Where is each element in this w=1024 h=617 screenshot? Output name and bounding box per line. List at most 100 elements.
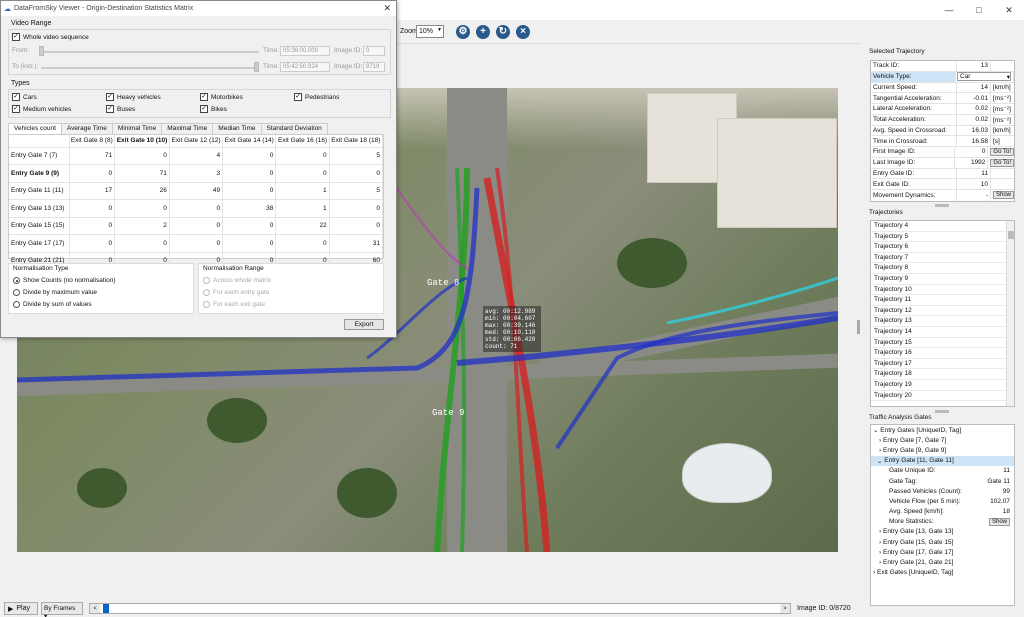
tree-node-gate[interactable]: › Entry Gate [7, Gate 7] xyxy=(871,435,1014,445)
tab-maximal-time[interactable]: Maximal Time xyxy=(161,123,214,134)
row-header[interactable]: Entry Gate 13 (13) xyxy=(9,199,70,218)
matrix-cell[interactable]: 31 xyxy=(329,234,384,253)
row-header[interactable]: Entry Gate 11 (11) xyxy=(9,182,70,200)
gates-tree[interactable]: ⌄ Entry Gates [UniqueID, Tag] › Entry Ga… xyxy=(870,424,1015,606)
row-header[interactable]: Entry Gate 17 (17) xyxy=(9,234,70,253)
tab-median-time[interactable]: Median Time xyxy=(212,123,262,134)
tree-node-gate[interactable]: › Entry Gate [13, Gate 13] xyxy=(871,527,1014,537)
goto-first-button[interactable]: Go To! xyxy=(990,147,1014,156)
radio-each-exit[interactable]: For each exit gate xyxy=(203,301,265,308)
to-slider-thumb[interactable] xyxy=(254,62,259,72)
column-header[interactable]: Exit Gate 8 (8) xyxy=(69,135,116,148)
matrix-cell[interactable]: 0 xyxy=(169,217,224,235)
row-header[interactable]: Entry Gate 7 (7) xyxy=(9,147,70,165)
from-slider-thumb[interactable] xyxy=(39,46,44,56)
list-item[interactable]: Trajectory 15 xyxy=(871,338,1007,349)
radio-divide-max[interactable]: Divide by maximum value xyxy=(13,289,97,296)
list-item[interactable]: Trajectory 16 xyxy=(871,348,1007,359)
row-header[interactable]: Entry Gate 9 (9) xyxy=(9,164,70,183)
column-header[interactable]: Exit Gate 10 (10) xyxy=(114,135,170,148)
close-video-icon[interactable]: × xyxy=(516,25,530,39)
list-item[interactable]: Trajectory 14 xyxy=(871,327,1007,338)
matrix-cell[interactable]: 26 xyxy=(114,182,170,200)
vehicle-type-select[interactable]: Car ▾ xyxy=(957,72,1011,82)
type-checkbox-bikes[interactable]: ✓ Bikes xyxy=(200,105,227,113)
type-checkbox-pedestrians[interactable]: ✓ Pedestrians xyxy=(294,93,339,101)
matrix-cell[interactable]: 49 xyxy=(169,182,224,200)
play-button[interactable]: ▶ Play xyxy=(4,602,38,615)
tab-average-time[interactable]: Average Time xyxy=(60,123,113,134)
seek-thumb[interactable] xyxy=(103,604,109,613)
matrix-cell[interactable]: 0 xyxy=(69,234,116,253)
column-header[interactable]: Exit Gate 14 (14) xyxy=(222,135,277,148)
tree-node-entry-gates[interactable]: ⌄ Entry Gates [UniqueID, Tag] xyxy=(871,425,1014,435)
close-window-button[interactable]: ✕ xyxy=(994,0,1024,20)
column-header[interactable]: Exit Gate 18 (18) xyxy=(329,135,384,148)
tree-node-gate[interactable]: › Entry Gate [21, Gate 21] xyxy=(871,557,1014,567)
tab-vehicles-count[interactable]: Vehicles count xyxy=(8,123,62,134)
tree-node-gate-selected[interactable]: ⌄ Entry Gate [11, Gate 11] xyxy=(871,455,1014,466)
matrix-cell[interactable]: 0 xyxy=(69,199,116,218)
from-slider[interactable] xyxy=(41,51,259,53)
refresh-icon[interactable]: ↻ xyxy=(496,25,510,39)
tree-node-gate[interactable]: › Entry Gate [15, Gate 15] xyxy=(871,537,1014,547)
panel-splitter[interactable] xyxy=(935,410,949,413)
from-image-field[interactable]: 0 xyxy=(363,46,385,56)
row-header[interactable]: Entry Gate 15 (15) xyxy=(9,217,70,235)
matrix-cell[interactable]: 0 xyxy=(114,234,170,253)
matrix-cell[interactable]: 0 xyxy=(69,217,116,235)
radio-show-counts[interactable]: Show Counts (no normalisation) xyxy=(13,277,116,284)
settings-tool-icon[interactable]: ⚙ xyxy=(456,25,470,39)
matrix-cell[interactable]: 0 xyxy=(329,164,384,183)
scrollbar-thumb[interactable] xyxy=(1008,231,1014,239)
matrix-cell[interactable]: 0 xyxy=(275,147,330,165)
radio-divide-sum[interactable]: Divide by sum of values xyxy=(13,301,92,308)
list-item[interactable]: Trajectory 10 xyxy=(871,285,1007,296)
column-header[interactable]: Exit Gate 12 (12) xyxy=(169,135,224,148)
matrix-cell[interactable]: 4 xyxy=(169,147,224,165)
list-item[interactable]: Trajectory 20 xyxy=(871,391,1007,402)
matrix-cell[interactable]: 0 xyxy=(329,199,384,218)
type-checkbox-cars[interactable]: ✓ Cars xyxy=(12,93,37,101)
matrix-cell[interactable]: 0 xyxy=(329,217,384,235)
list-item[interactable]: Trajectory 11 xyxy=(871,295,1007,306)
matrix-cell[interactable]: 38 xyxy=(222,199,277,218)
list-item[interactable]: Trajectory 17 xyxy=(871,359,1007,370)
radio-each-entry[interactable]: For each entry gate xyxy=(203,289,269,296)
matrix-cell[interactable]: 0 xyxy=(275,164,330,183)
list-item[interactable]: Trajectory 4 xyxy=(871,221,1007,232)
matrix-cell[interactable]: 0 xyxy=(222,234,277,253)
seek-slider[interactable]: < > xyxy=(89,603,791,614)
to-slider[interactable] xyxy=(41,67,259,69)
matrix-cell[interactable]: 0 xyxy=(222,182,277,200)
vertical-splitter[interactable] xyxy=(857,320,860,334)
goto-last-button[interactable]: Go To! xyxy=(990,158,1014,167)
radio-whole-matrix[interactable]: Across whole matrix xyxy=(203,277,271,284)
seek-left-icon[interactable]: < xyxy=(90,604,100,613)
list-item[interactable]: Trajectory 5 xyxy=(871,232,1007,243)
whole-video-checkbox[interactable]: ✓ Whole video sequence xyxy=(12,33,89,41)
matrix-cell[interactable]: 3 xyxy=(169,164,224,183)
matrix-cell[interactable]: 1 xyxy=(275,182,330,200)
list-item[interactable]: Trajectory 7 xyxy=(871,253,1007,264)
maximize-button[interactable]: □ xyxy=(964,0,994,20)
to-image-field[interactable]: 8719 xyxy=(363,62,385,72)
matrix-cell[interactable]: 0 xyxy=(114,147,170,165)
list-item[interactable]: Trajectory 8 xyxy=(871,263,1007,274)
matrix-cell[interactable]: 0 xyxy=(222,217,277,235)
tree-node-gate[interactable]: › Entry Gate [9, Gate 9] xyxy=(871,445,1014,455)
trajectories-list[interactable]: Trajectory 4 Trajectory 5 Trajectory 6 T… xyxy=(870,220,1015,407)
matrix-cell[interactable]: 1 xyxy=(275,199,330,218)
list-item[interactable]: Trajectory 13 xyxy=(871,316,1007,327)
matrix-cell[interactable]: 5 xyxy=(329,182,384,200)
matrix-cell[interactable]: 0 xyxy=(69,164,116,183)
column-header[interactable]: Exit Gate 16 (16) xyxy=(275,135,330,148)
to-time-field[interactable]: 05:42:50.924 xyxy=(280,62,330,72)
matrix-cell[interactable]: 2 xyxy=(114,217,170,235)
minimize-button[interactable]: — xyxy=(934,0,964,20)
list-item[interactable]: Trajectory 12 xyxy=(871,306,1007,317)
zoom-select[interactable]: 10% ▼ xyxy=(416,25,444,38)
tree-node-gate[interactable]: › Entry Gate [17, Gate 17] xyxy=(871,547,1014,557)
list-item[interactable]: Trajectory 6 xyxy=(871,242,1007,253)
matrix-cell[interactable]: 0 xyxy=(222,147,277,165)
